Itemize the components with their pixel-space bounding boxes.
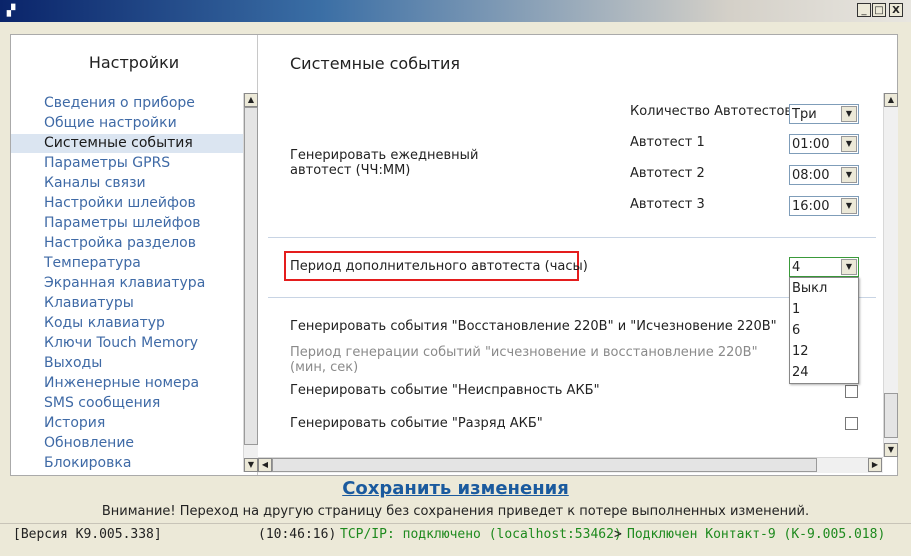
dropdown-option[interactable]: 1 (792, 299, 800, 320)
content-hscroll-thumb[interactable] (272, 458, 817, 472)
sidebar-item[interactable]: Общие настройки (11, 114, 243, 133)
sidebar-item[interactable]: Экранная клавиатура (11, 274, 243, 293)
chevron-down-icon[interactable]: ▼ (841, 167, 857, 183)
unsaved-warning: Внимание! Переход на другую страницу без… (101, 504, 810, 519)
status-bar: [Версия K9.005.338] (10:46:16) TCP/IP: п… (0, 523, 911, 546)
autotest-count-label: Количество Автотестов (630, 104, 793, 119)
maximize-button[interactable]: □ (872, 3, 886, 17)
sidebar-item[interactable]: Параметры шлейфов (11, 214, 243, 233)
chevron-down-icon[interactable]: ▼ (841, 198, 857, 214)
divider (268, 237, 876, 238)
select-value: 16:00 (792, 199, 830, 214)
sidebar-scroll-thumb[interactable] (244, 107, 258, 445)
autotest3-select[interactable]: 16:00 ▼ (789, 196, 859, 216)
app-icon: ▞ (6, 4, 16, 17)
period-dropdown-list: Выкл 1 6 12 24 (789, 277, 859, 384)
autotest1-select[interactable]: 01:00 ▼ (789, 134, 859, 154)
content-hscrollbar[interactable]: ◀ ▶ (258, 457, 883, 473)
content-scrollbar[interactable]: ▲ ▼ (883, 93, 898, 457)
dropdown-option[interactable]: 24 (792, 362, 809, 383)
sidebar-item[interactable]: Каналы связи (11, 174, 243, 193)
page-title: Системные события (290, 54, 461, 73)
daily-autotest-label: Генерировать ежедневный автотест (ЧЧ:ММ) (290, 148, 479, 178)
divider (268, 297, 876, 298)
sidebar-item[interactable]: Температура (11, 254, 243, 273)
sidebar-item[interactable]: История (11, 414, 243, 433)
period-select[interactable]: 4 ▼ (789, 257, 859, 277)
autotest3-label: Автотест 3 (630, 197, 705, 212)
dropdown-option[interactable]: 6 (792, 320, 800, 341)
sidebar: Настройки Сведения о приборе Общие настро… (11, 35, 258, 475)
sidebar-item[interactable]: Клавиатуры (11, 294, 243, 313)
akb-fault-checkbox[interactable] (845, 385, 858, 398)
sidebar-item[interactable]: Выходы (11, 354, 243, 373)
sidebar-item[interactable]: Обновление (11, 434, 243, 453)
scroll-right-icon[interactable]: ▶ (868, 458, 882, 472)
scroll-up-icon[interactable]: ▲ (884, 93, 898, 107)
sidebar-item[interactable]: Ключи Touch Memory (11, 334, 243, 353)
akb-discharge-checkbox[interactable] (845, 417, 858, 430)
status-time: (10:46:16) (258, 527, 337, 542)
sidebar-item[interactable]: Блокировка (11, 454, 243, 473)
device-status: Подключен Контакт-9 (K-9.005.018) (627, 527, 886, 542)
autotest1-label: Автотест 1 (630, 135, 705, 150)
dropdown-option[interactable]: Выкл (792, 278, 827, 299)
scroll-left-icon[interactable]: ◀ (258, 458, 272, 472)
window-titlebar (0, 0, 911, 22)
scroll-down-icon[interactable]: ▼ (244, 458, 258, 472)
save-changes-link[interactable]: Сохранить изменения (0, 478, 911, 499)
chevron-down-icon[interactable]: ▼ (841, 259, 857, 275)
period-label: Период дополнительного автотеста (часы) (290, 259, 588, 274)
chevron-down-icon[interactable]: ▼ (841, 106, 857, 122)
sidebar-scrollbar[interactable]: ▲ ▼ (243, 93, 258, 472)
sidebar-item[interactable]: Настройки шлейфов (11, 194, 243, 213)
chevron-down-icon[interactable]: ▼ (841, 136, 857, 152)
sidebar-item[interactable]: Инженерные номера (11, 374, 243, 393)
minimize-button[interactable]: _ (857, 3, 871, 17)
content-scroll-thumb[interactable] (884, 393, 898, 438)
scroll-up-icon[interactable]: ▲ (244, 93, 258, 107)
akb-fault-label: Генерировать событие "Неисправность АКБ" (290, 383, 600, 398)
connection-status: TCP/IP: подключено (localhost:53462) (340, 527, 622, 542)
select-value: 08:00 (792, 168, 830, 183)
status-arrow: > (614, 527, 622, 542)
akb-discharge-label: Генерировать событие "Разряд АКБ" (290, 416, 543, 431)
sidebar-item[interactable]: SMS сообщения (11, 394, 243, 413)
version-label: [Версия K9.005.338] (13, 527, 162, 542)
sidebar-item[interactable]: Системные события (11, 134, 243, 153)
sidebar-item[interactable]: Параметры GPRS (11, 154, 243, 173)
power-period-label: Период генерации событий "исчезновение и… (290, 345, 758, 375)
scroll-down-icon[interactable]: ▼ (884, 443, 898, 457)
sidebar-title: Настройки (88, 53, 180, 72)
autotest2-select[interactable]: 08:00 ▼ (789, 165, 859, 185)
dropdown-option[interactable]: 12 (792, 341, 809, 362)
autotest2-label: Автотест 2 (630, 166, 705, 181)
power-events-label: Генерировать события "Восстановление 220… (290, 319, 777, 334)
sidebar-item[interactable]: Коды клавиатур (11, 314, 243, 333)
close-button[interactable]: X (889, 3, 903, 17)
autotest-count-select[interactable]: Три ▼ (789, 104, 859, 124)
select-value: 01:00 (792, 137, 830, 152)
select-value: Три (792, 107, 817, 122)
sidebar-item[interactable]: Настройка разделов (11, 234, 243, 253)
select-value: 4 (792, 260, 801, 275)
sidebar-item[interactable]: Сведения о приборе (11, 94, 243, 113)
